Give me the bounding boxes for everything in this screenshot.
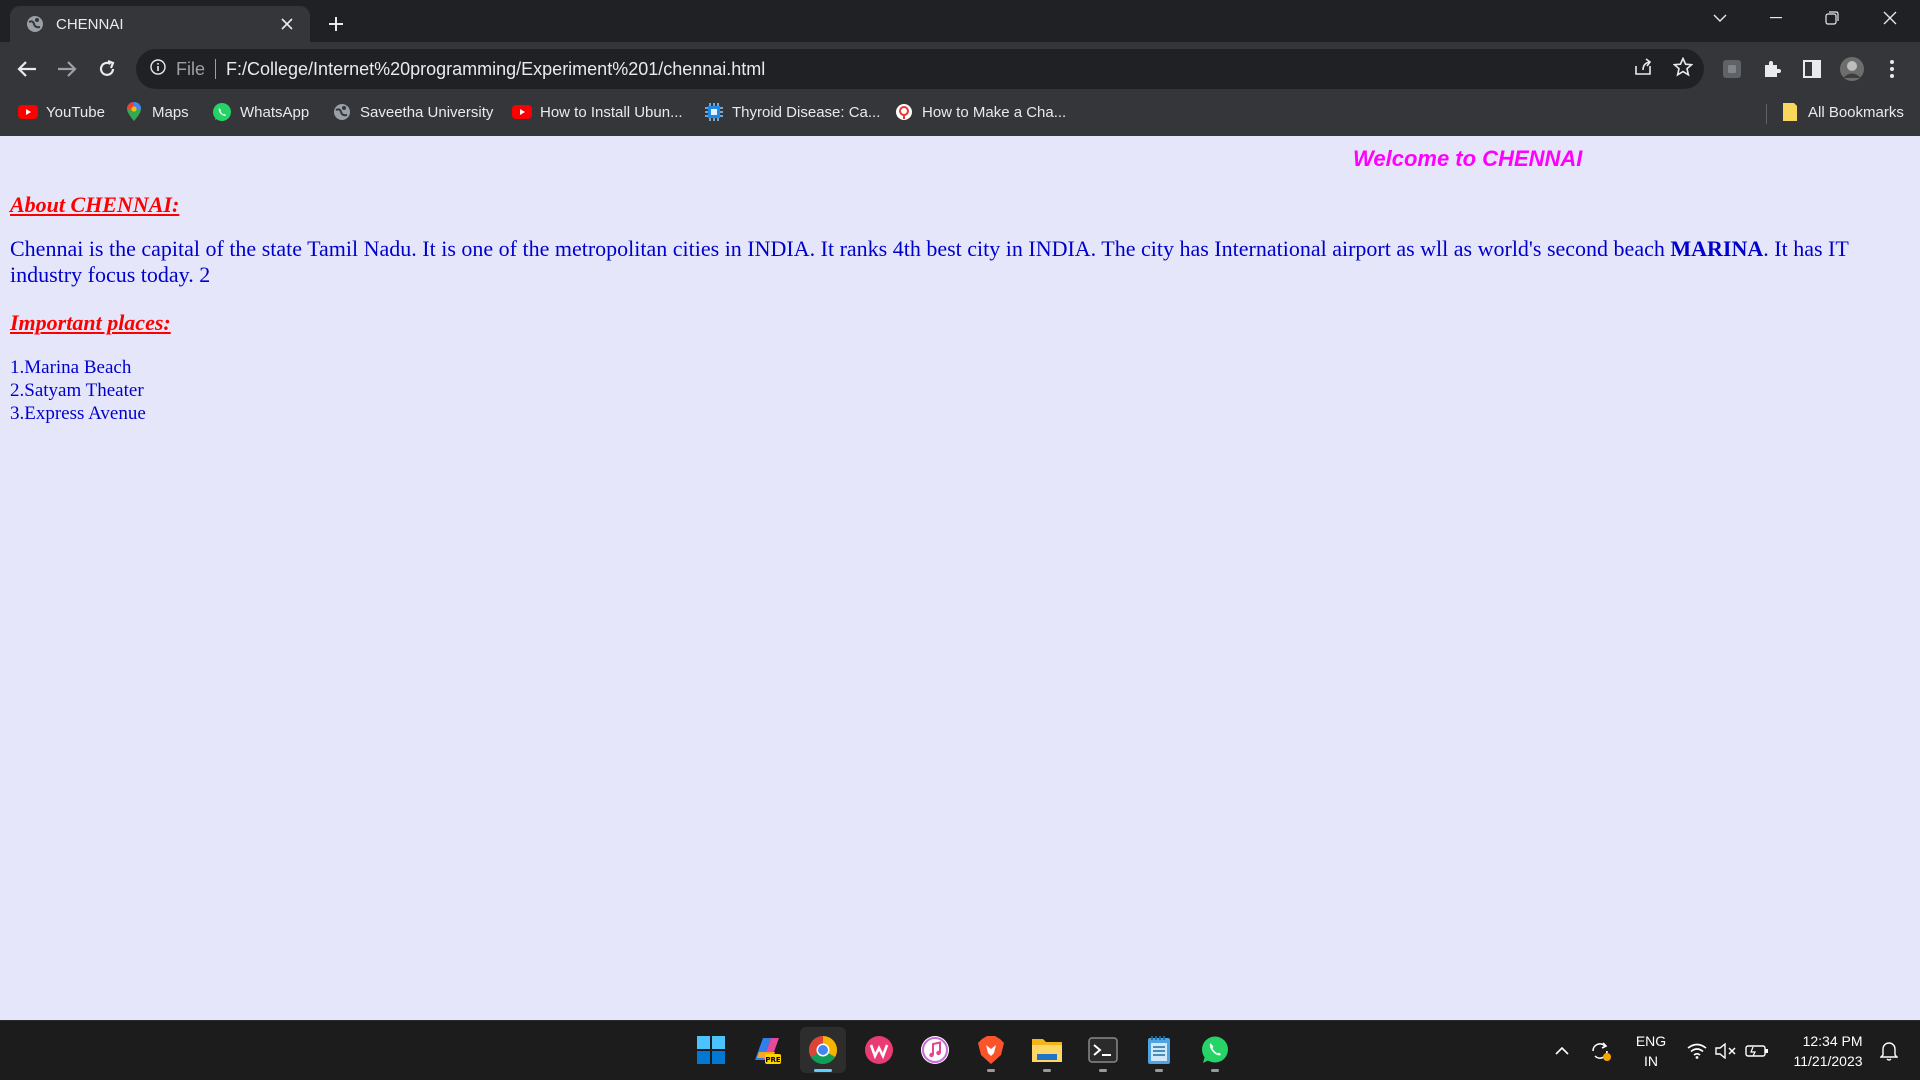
welcome-marquee: Welcome to CHENNAI (1353, 146, 1583, 171)
pin-icon (894, 102, 914, 122)
file-explorer-icon[interactable] (1024, 1027, 1070, 1073)
list-item: 3.Express Avenue (10, 403, 146, 424)
close-tab-icon[interactable] (276, 13, 298, 35)
notification-bell-icon[interactable] (1874, 1021, 1904, 1080)
bookmark-maps[interactable]: Maps (124, 96, 189, 128)
youtube-icon (512, 102, 532, 122)
globe-icon (26, 15, 44, 33)
language-code: ENG (1635, 1033, 1667, 1049)
places-heading: Important places: (10, 310, 171, 335)
about-paragraph: Chennai is the capital of the state Tami… (10, 236, 1910, 288)
url-separator (215, 59, 217, 79)
paragraph-text: Chennai is the capital of the state Tami… (10, 236, 1671, 261)
tab-search-chevron-icon[interactable] (1692, 0, 1748, 36)
clock-date: 11/21/2023 (1793, 1053, 1863, 1069)
svg-text:PRE: PRE (765, 1056, 781, 1064)
bookmarks-divider (1766, 104, 1767, 124)
clock[interactable]: 12:34 PM 11/21/2023 (1780, 1021, 1876, 1080)
bookmark-how-to-make[interactable]: How to Make a Cha... (894, 96, 1066, 128)
tab-title: CHENNAI (56, 15, 124, 33)
about-heading: About CHENNAI: (10, 192, 180, 217)
bookmark-youtube[interactable]: YouTube (18, 96, 105, 128)
forward-arrow-icon[interactable] (52, 54, 82, 84)
copilot-pre-icon[interactable]: PRE (744, 1027, 790, 1073)
url-scheme: File (176, 58, 206, 79)
tab-strip: CHENNAI (0, 0, 1920, 42)
bookmark-star-icon[interactable] (1668, 52, 1698, 82)
active-indicator (814, 1069, 832, 1072)
terminal-icon[interactable] (1080, 1027, 1126, 1073)
side-panel-icon[interactable] (1797, 54, 1827, 84)
notepad-icon[interactable] (1136, 1027, 1182, 1073)
volume-muted-icon[interactable] (1712, 1021, 1740, 1080)
all-bookmarks-button[interactable]: All Bookmarks (1780, 96, 1904, 128)
sync-icon[interactable] (1586, 1021, 1616, 1080)
maps-pin-icon (124, 102, 144, 122)
bookmarks-bar: YouTube Maps WhatsApp Saveetha Universit… (0, 96, 1920, 136)
running-indicator (1043, 1069, 1051, 1072)
profile-avatar[interactable] (1837, 54, 1867, 84)
bookmark-install-ubuntu[interactable]: How to Install Ubun... (512, 96, 683, 128)
battery-icon[interactable] (1742, 1021, 1772, 1080)
new-tab-button[interactable] (322, 10, 350, 38)
running-indicator (1155, 1069, 1163, 1072)
more-menu-icon[interactable] (1877, 54, 1907, 84)
bookmark-thyroid-disease[interactable]: Thyroid Disease: Ca... (704, 96, 880, 128)
restore-button[interactable] (1804, 0, 1860, 36)
chip-icon (704, 102, 724, 122)
browser-toolbar: File F:/College/Internet%20programming/E… (0, 42, 1920, 96)
share-icon[interactable] (1628, 52, 1658, 82)
whatsapp-icon[interactable] (1192, 1027, 1238, 1073)
info-icon[interactable] (150, 58, 166, 80)
list-item: 1.Marina Beach (10, 357, 132, 378)
list-item: 2.Satyam Theater (10, 380, 144, 401)
clock-time: 12:34 PM (1802, 1033, 1863, 1049)
region-code: IN (1644, 1053, 1658, 1069)
taskbar: PRE ENG IN 12:34 PM 11/21/2023 (0, 1020, 1920, 1080)
wps-office-icon[interactable] (856, 1027, 902, 1073)
chrome-icon[interactable] (800, 1027, 846, 1073)
whatsapp-icon (212, 102, 232, 122)
url-text[interactable]: F:/College/Internet%20programming/Experi… (226, 59, 765, 80)
close-window-button[interactable] (1862, 0, 1918, 36)
paragraph-bold-text: MARINA (1670, 236, 1764, 261)
running-indicator (1211, 1069, 1219, 1072)
wifi-icon[interactable] (1684, 1021, 1710, 1080)
minimize-button[interactable] (1748, 0, 1804, 36)
address-bar[interactable]: File F:/College/Internet%20programming/E… (136, 49, 1704, 89)
places-list: 1.Marina Beach 2.Satyam Theater 3.Expres… (10, 356, 146, 425)
language-indicator[interactable]: ENG IN (1628, 1021, 1674, 1080)
extensions-puzzle-icon[interactable] (1757, 54, 1787, 84)
chevron-up-icon[interactable] (1550, 1021, 1574, 1080)
globe-icon (332, 102, 352, 122)
bookmark-whatsapp[interactable]: WhatsApp (212, 96, 309, 128)
page-content: Welcome to CHENNAI About CHENNAI: Chenna… (0, 136, 1920, 1020)
brave-icon[interactable] (968, 1027, 1014, 1073)
reload-icon[interactable] (92, 54, 122, 84)
running-indicator (987, 1069, 995, 1072)
folder-icon (1780, 102, 1800, 122)
running-indicator (1099, 1069, 1107, 1072)
youtube-icon (18, 102, 38, 122)
itunes-icon[interactable] (912, 1027, 958, 1073)
windows-start-icon[interactable] (688, 1027, 734, 1073)
back-arrow-icon[interactable] (12, 54, 42, 84)
extension-square-icon[interactable] (1717, 54, 1747, 84)
browser-tab[interactable]: CHENNAI (10, 6, 310, 42)
bookmark-saveetha-university[interactable]: Saveetha University (332, 96, 493, 128)
